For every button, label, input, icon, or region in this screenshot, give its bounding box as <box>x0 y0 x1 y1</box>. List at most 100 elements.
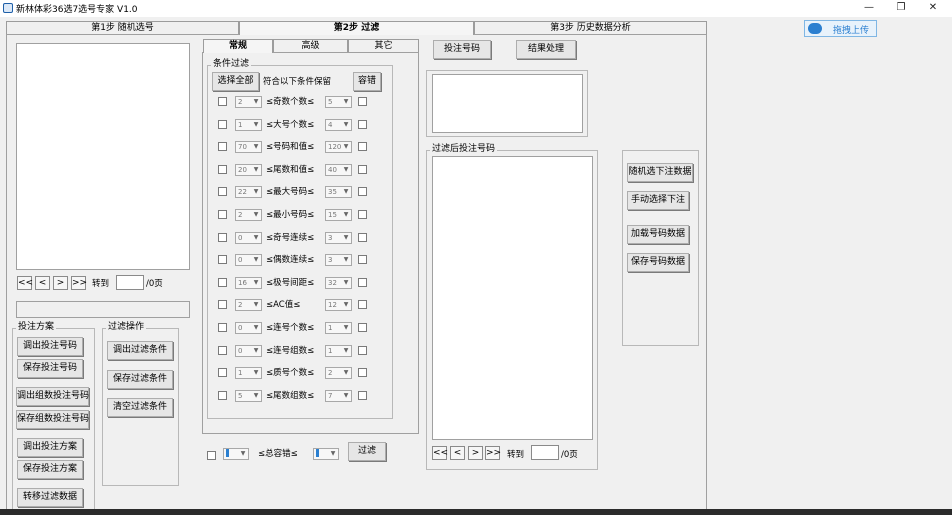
left-next-page-button[interactable]: > <box>53 276 68 290</box>
save-bet-numbers-button[interactable]: 保存投注号码 <box>17 359 83 378</box>
condition-tolerance-checkbox[interactable] <box>358 323 367 332</box>
condition-enable-checkbox[interactable] <box>218 278 227 287</box>
total-tolerance-max-select[interactable]: ▼ <box>313 448 339 460</box>
load-bet-numbers-button[interactable]: 调出投注号码 <box>17 337 83 356</box>
load-filter-button[interactable]: 调出过滤条件 <box>107 341 173 360</box>
condition-tolerance-checkbox[interactable] <box>358 346 367 355</box>
left-first-page-button[interactable]: << <box>17 276 33 290</box>
condition-min-select[interactable]: 22 ▼ <box>235 186 262 198</box>
condition-enable-checkbox[interactable] <box>218 391 227 400</box>
condition-enable-checkbox[interactable] <box>218 300 227 309</box>
result-process-button[interactable]: 结果处理 <box>516 40 576 59</box>
load-group-numbers-button[interactable]: 调出组数投注号码 <box>16 387 89 406</box>
condition-min-select[interactable]: 20 ▼ <box>235 164 262 176</box>
condition-max-select[interactable]: 3 ▼ <box>325 254 352 266</box>
condition-tolerance-checkbox[interactable] <box>358 391 367 400</box>
condition-min-select[interactable]: 0 ▼ <box>235 232 262 244</box>
right-page-input[interactable] <box>531 445 559 460</box>
bet-numbers-button[interactable]: 投注号码 <box>433 40 491 59</box>
minimize-button[interactable]: — <box>856 0 882 16</box>
load-bet-scheme-button[interactable]: 调出投注方案 <box>17 438 83 457</box>
tab-advanced[interactable]: 高级 <box>273 39 348 53</box>
condition-tolerance-checkbox[interactable] <box>358 300 367 309</box>
right-next-page-button[interactable]: > <box>468 446 483 460</box>
condition-enable-checkbox[interactable] <box>218 346 227 355</box>
condition-min-select[interactable]: 2 ▼ <box>235 209 262 221</box>
condition-enable-checkbox[interactable] <box>218 210 227 219</box>
condition-max-select[interactable]: 1 ▼ <box>325 322 352 334</box>
left-page-input[interactable] <box>116 275 144 290</box>
condition-enable-checkbox[interactable] <box>218 142 227 151</box>
condition-enable-checkbox[interactable] <box>218 323 227 332</box>
total-tolerance-checkbox[interactable] <box>207 451 216 460</box>
condition-min-select[interactable]: 1 ▼ <box>235 367 262 379</box>
condition-tolerance-checkbox[interactable] <box>358 142 367 151</box>
right-first-page-button[interactable]: << <box>432 446 448 460</box>
condition-min-select[interactable]: 1 ▼ <box>235 119 262 131</box>
filtered-numbers-list[interactable] <box>432 156 593 440</box>
condition-max-select[interactable]: 2 ▼ <box>325 367 352 379</box>
condition-min-select[interactable]: 0 ▼ <box>235 322 262 334</box>
right-prev-page-button[interactable]: < <box>450 446 465 460</box>
condition-tolerance-checkbox[interactable] <box>358 187 367 196</box>
close-button[interactable]: ✕ <box>920 0 946 16</box>
condition-max-select[interactable]: 35 ▼ <box>325 186 352 198</box>
load-number-data-button[interactable]: 加载号码数据 <box>627 225 689 244</box>
right-last-page-button[interactable]: >> <box>485 446 501 460</box>
condition-max-select[interactable]: 7 ▼ <box>325 390 352 402</box>
condition-max-select[interactable]: 5 ▼ <box>325 96 352 108</box>
condition-enable-checkbox[interactable] <box>218 97 227 106</box>
manual-select-bet-button[interactable]: 手动选择下注 <box>627 191 689 210</box>
condition-tolerance-checkbox[interactable] <box>358 165 367 174</box>
save-number-data-button[interactable]: 保存号码数据 <box>627 253 689 272</box>
condition-max-select[interactable]: 120 ▼ <box>325 141 352 153</box>
condition-tolerance-checkbox[interactable] <box>358 120 367 129</box>
restore-button[interactable]: ❐ <box>888 0 914 16</box>
save-filter-button[interactable]: 保存过滤条件 <box>107 370 173 389</box>
transfer-filter-data-button[interactable]: 转移过滤数据 <box>17 488 83 507</box>
total-tolerance-min-select[interactable]: ▼ <box>223 448 249 460</box>
filter-button[interactable]: 过滤 <box>348 442 386 461</box>
condition-max-select[interactable]: 4 ▼ <box>325 119 352 131</box>
condition-min-select[interactable]: 0 ▼ <box>235 254 262 266</box>
condition-tolerance-checkbox[interactable] <box>358 278 367 287</box>
condition-enable-checkbox[interactable] <box>218 255 227 264</box>
select-all-button[interactable]: 选择全部 <box>212 72 259 91</box>
left-last-page-button[interactable]: >> <box>71 276 87 290</box>
tab-step2[interactable]: 第2步 过滤 <box>239 21 474 35</box>
condition-min-select[interactable]: 0 ▼ <box>235 345 262 357</box>
bet-preview-list[interactable] <box>432 74 583 133</box>
tolerance-button[interactable]: 容错 <box>353 72 381 91</box>
condition-min-select[interactable]: 16 ▼ <box>235 277 262 289</box>
condition-enable-checkbox[interactable] <box>218 165 227 174</box>
condition-min-select[interactable]: 70 ▼ <box>235 141 262 153</box>
random-select-bet-button[interactable]: 随机选下注数据 <box>627 163 693 182</box>
condition-tolerance-checkbox[interactable] <box>358 233 367 242</box>
left-prev-page-button[interactable]: < <box>35 276 50 290</box>
condition-tolerance-checkbox[interactable] <box>358 255 367 264</box>
condition-tolerance-checkbox[interactable] <box>358 97 367 106</box>
condition-enable-checkbox[interactable] <box>218 187 227 196</box>
condition-max-select[interactable]: 3 ▼ <box>325 232 352 244</box>
condition-min-select[interactable]: 2 ▼ <box>235 299 262 311</box>
condition-min-select[interactable]: 2 ▼ <box>235 96 262 108</box>
condition-max-select[interactable]: 32 ▼ <box>325 277 352 289</box>
random-numbers-list[interactable] <box>16 43 190 270</box>
condition-tolerance-checkbox[interactable] <box>358 368 367 377</box>
condition-enable-checkbox[interactable] <box>218 233 227 242</box>
cloud-upload-button[interactable]: 拖拽上传 <box>804 20 877 37</box>
tab-regular[interactable]: 常规 <box>203 39 273 53</box>
condition-enable-checkbox[interactable] <box>218 368 227 377</box>
condition-max-select[interactable]: 40 ▼ <box>325 164 352 176</box>
condition-max-select[interactable]: 12 ▼ <box>325 299 352 311</box>
condition-enable-checkbox[interactable] <box>218 120 227 129</box>
save-bet-scheme-button[interactable]: 保存投注方案 <box>17 460 83 479</box>
tab-step3[interactable]: 第3步 历史数据分析 <box>474 21 707 35</box>
clear-filter-button[interactable]: 清空过滤条件 <box>107 398 173 417</box>
tab-step1[interactable]: 第1步 随机选号 <box>6 21 239 35</box>
condition-max-select[interactable]: 1 ▼ <box>325 345 352 357</box>
save-group-numbers-button[interactable]: 保存组数投注号码 <box>16 410 89 429</box>
condition-min-select[interactable]: 5 ▼ <box>235 390 262 402</box>
condition-tolerance-checkbox[interactable] <box>358 210 367 219</box>
tab-other[interactable]: 其它 <box>348 39 419 53</box>
